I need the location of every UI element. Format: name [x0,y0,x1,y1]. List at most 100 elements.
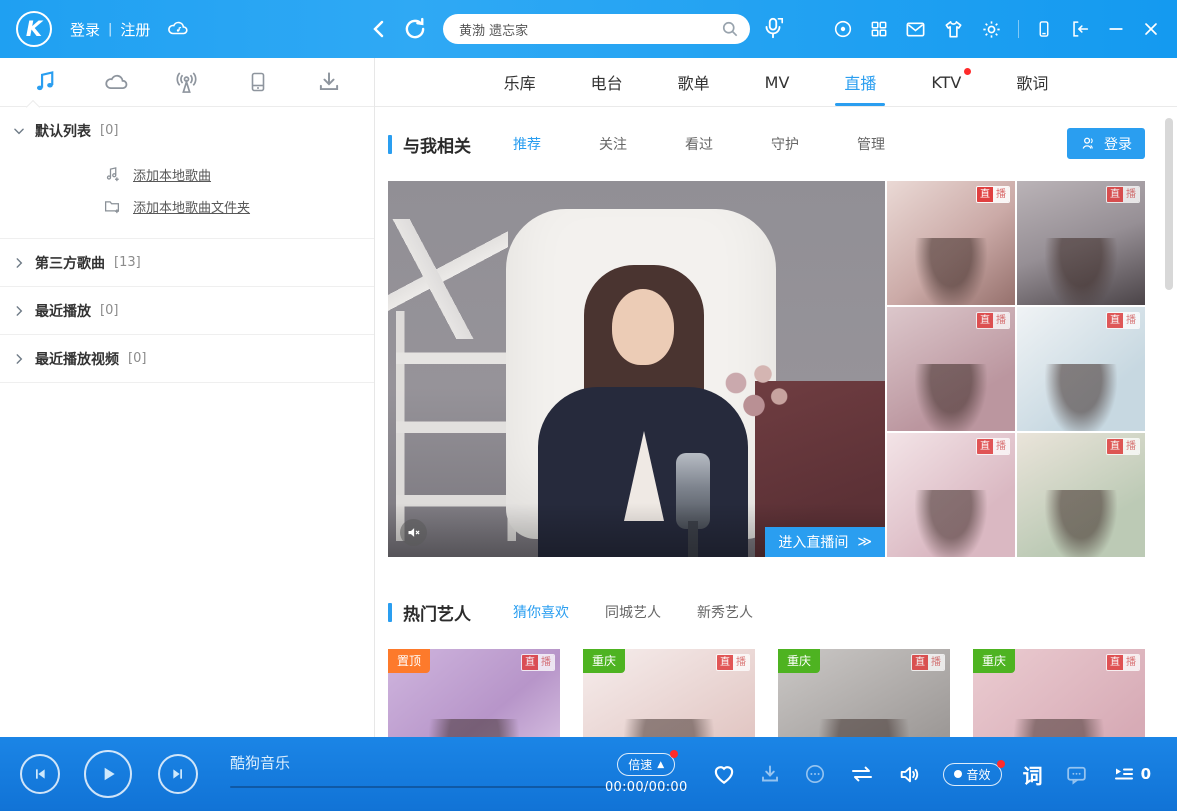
lyrics-toggle-button[interactable]: 词 [1023,760,1043,789]
tab-mv[interactable]: MV [764,58,791,106]
play-button[interactable] [84,750,132,798]
live-badge: 直播 [911,654,945,671]
tab-live[interactable]: 直播 [843,58,877,106]
back-icon[interactable] [368,17,392,41]
live-badge: 直播 [976,312,1010,329]
live-badge-left: 直 [977,187,993,202]
live-streams-row: 进入直播间 ≫ 直播 直播 直播 [388,181,1145,557]
hero-streamer-face [612,289,674,365]
minimize-icon[interactable] [1106,19,1126,39]
playlist-header-default[interactable]: 默认列表 [0] [0,107,374,154]
playlist-header-thirdparty[interactable]: 第三方歌曲 [13] [0,239,374,286]
tab-playlists[interactable]: 歌单 [677,58,711,106]
live-badge-right: 播 [993,187,1009,202]
playlist-count: [0] [128,351,146,366]
live-thumbnail[interactable]: 直播 [1017,307,1145,431]
chevron-right-icon [12,304,26,318]
next-icon [170,766,186,782]
chevron-down-icon [12,124,26,138]
record-icon[interactable] [832,18,854,40]
playlist-section-recent: 最近播放 [0] [0,287,374,335]
artist-card[interactable]: 置顶 直播 [388,649,560,737]
playlist-actions: 添加本地歌曲 添加本地歌曲文件夹 [0,154,374,238]
favorite-heart-button[interactable] [711,761,737,787]
related-tabs: 推荐 关注 看过 守护 管理 [513,134,885,154]
playlist-name: 默认列表 [35,121,91,141]
device-tab[interactable] [238,62,278,102]
cloud-music-tab[interactable] [96,62,136,102]
add-local-folder-button[interactable]: 添加本地歌曲文件夹 [0,190,374,222]
playlist-header-recent[interactable]: 最近播放 [0] [0,287,374,334]
chevron-right-icon [12,256,26,270]
download-tab[interactable] [309,62,349,102]
tab-lyrics[interactable]: 歌词 [1015,58,1049,106]
tab-music-library[interactable]: 乐库 [503,58,537,106]
close-icon[interactable] [1141,19,1161,39]
search-box[interactable] [443,14,750,44]
tab-radio[interactable]: 电台 [590,58,624,106]
add-local-song-button[interactable]: 添加本地歌曲 [0,158,374,190]
play-queue-button[interactable]: 0 [1110,762,1151,786]
queue-count: 0 [1141,765,1151,783]
live-login-button[interactable]: 登录 [1067,128,1145,159]
settings-gear-icon[interactable] [980,18,1003,41]
refresh-icon[interactable] [402,16,428,42]
skin-theme-icon[interactable] [942,18,965,41]
tab-label: 歌单 [678,70,710,94]
play-mode-button[interactable] [848,762,876,786]
playback-speed-button[interactable]: 倍速 ▲ [617,753,675,776]
live-badge-right: 播 [993,313,1009,328]
tab-ktv[interactable]: KTV [930,58,962,106]
volume-button[interactable] [897,762,922,787]
radio-tab[interactable] [167,62,207,102]
tab-same-city[interactable]: 同城艺人 [605,602,661,622]
phone-transfer-icon[interactable] [1034,18,1054,40]
live-thumbnail[interactable]: 直播 [1017,181,1145,305]
comments-button[interactable] [1064,762,1089,787]
tab-recommended[interactable]: 推荐 [513,134,541,154]
local-music-tab[interactable] [25,62,65,102]
apps-grid-icon[interactable] [869,19,889,39]
live-thumbnail[interactable]: 直播 [887,433,1015,557]
live-thumbnail[interactable]: 直播 [887,181,1015,305]
artist-card[interactable]: 重庆 直播 [583,649,755,737]
tab-following[interactable]: 关注 [599,134,627,154]
live-thumbnail[interactable]: 直播 [887,307,1015,431]
artist-card[interactable]: 重庆 直播 [973,649,1145,737]
more-options-button[interactable] [803,762,827,786]
live-badge-right: 播 [1123,187,1139,202]
previous-track-button[interactable] [20,754,60,794]
vertical-scrollbar[interactable] [1165,118,1173,290]
enter-live-room-button[interactable]: 进入直播间 ≫ [765,527,885,557]
tab-guard[interactable]: 守护 [771,134,799,154]
featured-live-stream[interactable]: 进入直播间 ≫ [388,181,885,557]
effect-dot-icon [954,770,962,778]
mute-button[interactable] [400,519,427,546]
tab-new-artists[interactable]: 新秀艺人 [697,602,753,622]
cloud-sync-icon[interactable] [166,17,190,41]
register-link[interactable]: 注册 [120,19,150,40]
messages-icon[interactable] [904,18,927,41]
download-song-button[interactable] [758,762,782,786]
tab-watched[interactable]: 看过 [685,134,713,154]
kugou-logo[interactable]: K [16,11,52,47]
mini-mode-icon[interactable] [1069,18,1091,40]
sound-effect-button[interactable]: 音效 [943,763,1002,786]
playlist-header-recent-video[interactable]: 最近播放视频 [0] [0,335,374,382]
live-badge-left: 直 [977,313,993,328]
kugou-app-window: K 登录 | 注册 [0,0,1177,811]
main-area: 默认列表 [0] 添加本地歌曲 添加本地歌曲文件夹 [0,58,1177,737]
next-track-button[interactable] [158,754,198,794]
live-page-scroll: 与我相关 推荐 关注 看过 守护 管理 登录 [375,107,1177,737]
speed-label: 倍速 [628,756,652,773]
artist-card[interactable]: 重庆 直播 [778,649,950,737]
live-badge: 直播 [1106,186,1140,203]
live-thumbnail[interactable]: 直播 [1017,433,1145,557]
tab-manage[interactable]: 管理 [857,134,885,154]
identify-song-icon[interactable] [760,15,786,41]
ktv-red-dot [964,68,971,75]
search-icon[interactable] [720,19,740,39]
search-input[interactable] [459,22,720,37]
login-link[interactable]: 登录 [70,19,100,40]
tab-guess-you-like[interactable]: 猜你喜欢 [513,602,569,622]
